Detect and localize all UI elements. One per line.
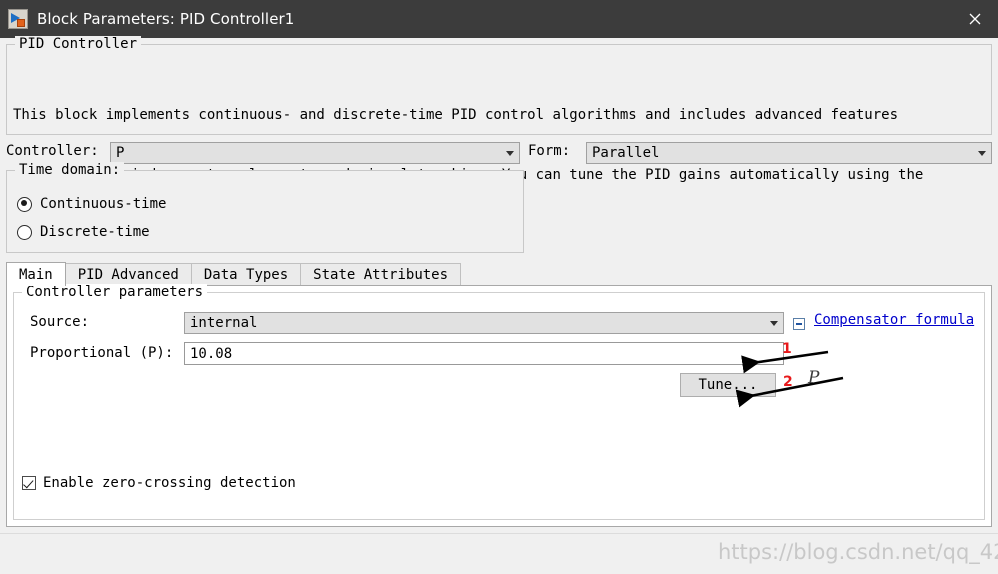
source-select[interactable]: internal (184, 312, 784, 334)
radio-discrete-time[interactable]: Discrete-time (17, 224, 150, 240)
zero-crossing-checkbox[interactable]: Enable zero-crossing detection (22, 475, 296, 491)
radio-continuous-time[interactable]: Continuous-time (17, 196, 166, 212)
main-tab-panel: Controller parameters Source: internal C… (6, 284, 992, 527)
compensator-formula-link[interactable]: Compensator formula (814, 312, 974, 328)
title-bar: Block Parameters: PID Controller1 (0, 0, 998, 38)
close-icon[interactable] (952, 0, 998, 38)
form-select-value: Parallel (592, 145, 660, 161)
compensator-formula-collapse-icon[interactable] (793, 318, 805, 330)
tab-main[interactable]: Main (6, 262, 66, 286)
description-group-legend: PID Controller (15, 36, 142, 52)
window-title: Block Parameters: PID Controller1 (37, 10, 295, 28)
chevron-down-icon (765, 313, 783, 333)
controller-select[interactable]: P (110, 142, 520, 164)
proportional-input[interactable]: 10.08 (184, 342, 784, 365)
description-line-1: This block implements continuous- and di… (13, 107, 899, 123)
radio-continuous-time-label: Continuous-time (40, 196, 167, 212)
form-select[interactable]: Parallel (586, 142, 992, 164)
radio-unselected-icon (17, 224, 32, 240)
controller-label: Controller: (6, 143, 99, 159)
tab-pid-advanced[interactable]: PID Advanced (64, 263, 192, 286)
zero-crossing-label: Enable zero-crossing detection (43, 475, 296, 491)
radio-discrete-time-label: Discrete-time (40, 224, 150, 240)
tab-strip: Main PID Advanced Data Types State Attri… (6, 262, 992, 286)
tab-data-types[interactable]: Data Types (190, 263, 302, 286)
source-label: Source: (30, 314, 90, 330)
simulink-block-icon (8, 9, 28, 29)
time-domain-group: Time domain: Continuous-time Discrete-ti… (6, 162, 524, 253)
form-label: Form: (528, 143, 571, 159)
tune-button[interactable]: Tune... (680, 373, 776, 397)
controller-select-value: P (116, 145, 125, 161)
source-select-value: internal (190, 315, 258, 331)
checkbox-checked-icon (22, 476, 36, 490)
dialog-body: PID Controller This block implements con… (0, 36, 998, 574)
description-group: PID Controller This block implements con… (6, 36, 992, 243)
button-bar: OK Cancel Help Apply (0, 533, 998, 574)
radio-selected-icon (17, 196, 32, 212)
controller-parameters-legend: Controller parameters (22, 284, 208, 300)
tab-state-attributes[interactable]: State Attributes (300, 263, 462, 286)
controller-parameters-group: Controller parameters Source: internal C… (13, 284, 985, 520)
time-domain-group-legend: Time domain: (15, 162, 125, 178)
chevron-down-icon (973, 143, 991, 163)
chevron-down-icon (501, 143, 519, 163)
proportional-label: Proportional (P): (30, 345, 174, 361)
block-parameters-dialog: Block Parameters: PID Controller1 PID Co… (0, 0, 998, 574)
controller-form-row: Controller: P Form: Parallel (0, 140, 998, 164)
